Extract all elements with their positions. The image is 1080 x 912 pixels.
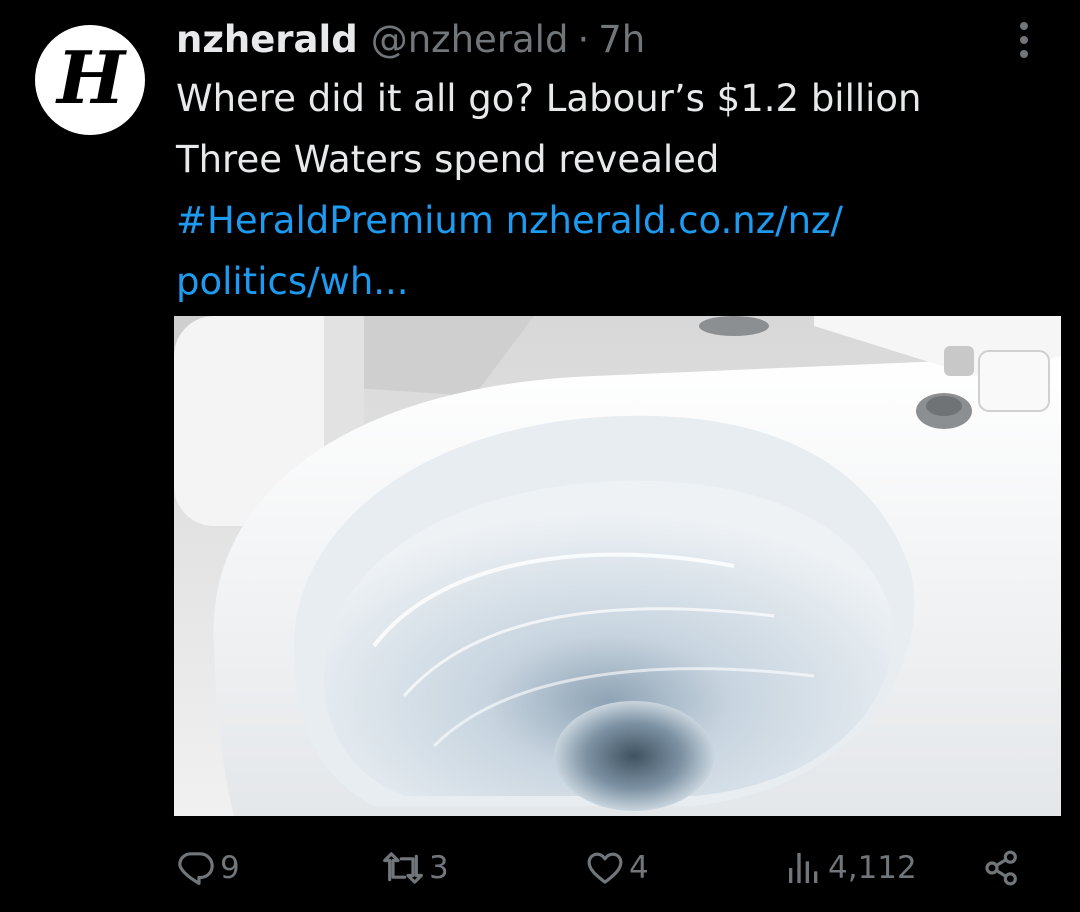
more-button[interactable] <box>1004 16 1044 64</box>
like-button[interactable]: 4 <box>585 840 649 896</box>
tweet-text-line: Three Waters spend revealed <box>176 138 720 181</box>
action-bar: 9 3 4 4,112 <box>0 840 1080 896</box>
tweet-text-line: Where did it all go? Labour’s $1.2 billi… <box>176 77 922 120</box>
more-vertical-icon <box>1020 22 1028 58</box>
share-button[interactable] <box>982 840 1022 896</box>
views-icon <box>789 853 818 883</box>
retweet-button[interactable]: 3 <box>381 840 449 896</box>
user-handle[interactable]: @nzherald <box>371 18 569 61</box>
toilet-bowl-photo <box>174 316 1061 816</box>
reply-icon <box>178 852 214 885</box>
separator-dot: · <box>577 17 590 61</box>
views-count: 4,112 <box>828 850 917 886</box>
tweet-text: Where did it all go? Labour’s $1.2 billi… <box>176 68 1036 312</box>
tweet[interactable]: H nzherald @nzherald · 7h Where did it a… <box>0 0 1080 912</box>
share-icon <box>985 850 1017 886</box>
display-name[interactable]: nzherald <box>176 18 358 61</box>
hashtag-link[interactable]: #HeraldPremium <box>176 199 494 242</box>
tweet-media[interactable] <box>174 316 1061 816</box>
avatar[interactable]: H <box>35 25 145 135</box>
tweet-header: nzherald @nzherald · 7h <box>176 12 645 66</box>
views-button[interactable]: 4,112 <box>784 840 917 896</box>
tweet-link-line: #HeraldPremium nzherald.co.nz/nz/ <box>176 190 1036 251</box>
heart-icon <box>587 852 623 884</box>
url-link-continued[interactable]: politics/wh... <box>176 260 409 303</box>
url-link[interactable]: nzherald.co.nz/nz/ <box>506 199 843 242</box>
tweet-link-line: politics/wh... <box>176 251 1036 312</box>
nzherald-logo-icon: H <box>56 35 125 120</box>
retweet-count: 3 <box>429 850 449 886</box>
retweet-icon <box>383 852 423 884</box>
timestamp[interactable]: 7h <box>598 18 645 61</box>
like-count: 4 <box>629 850 649 886</box>
reply-button[interactable]: 9 <box>176 840 240 896</box>
reply-count: 9 <box>220 850 240 886</box>
